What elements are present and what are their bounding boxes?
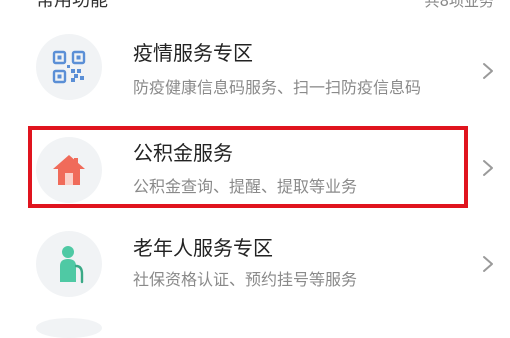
item-description: 防疫健康信息码服务、扫一扫防疫信息码	[133, 78, 422, 97]
next-item-icon-partial	[36, 318, 102, 338]
icon-container	[36, 231, 102, 297]
chevron-right-icon	[483, 160, 493, 176]
section-header: 常用功能 共8项业务	[0, 0, 510, 16]
highlight-box	[28, 126, 468, 208]
item-description: 社保资格认证、预约挂号等服务	[133, 270, 358, 289]
item-title: 老年人服务专区	[133, 236, 273, 260]
chevron-right-icon	[483, 63, 493, 79]
icon-container	[36, 34, 102, 100]
list-item-elderly-services[interactable]: 老年人服务专区 社保资格认证、预约挂号等服务	[0, 222, 510, 326]
item-title: 疫情服务专区	[133, 41, 253, 65]
section-title: 常用功能	[36, 0, 108, 11]
list-item-epidemic-services[interactable]: 疫情服务专区 防疫健康信息码服务、扫一扫防疫信息码	[0, 22, 510, 126]
qr-code-icon	[52, 50, 86, 84]
chevron-right-icon	[483, 256, 493, 272]
elderly-person-icon	[60, 246, 84, 284]
section-count: 共8项业务	[424, 0, 494, 10]
